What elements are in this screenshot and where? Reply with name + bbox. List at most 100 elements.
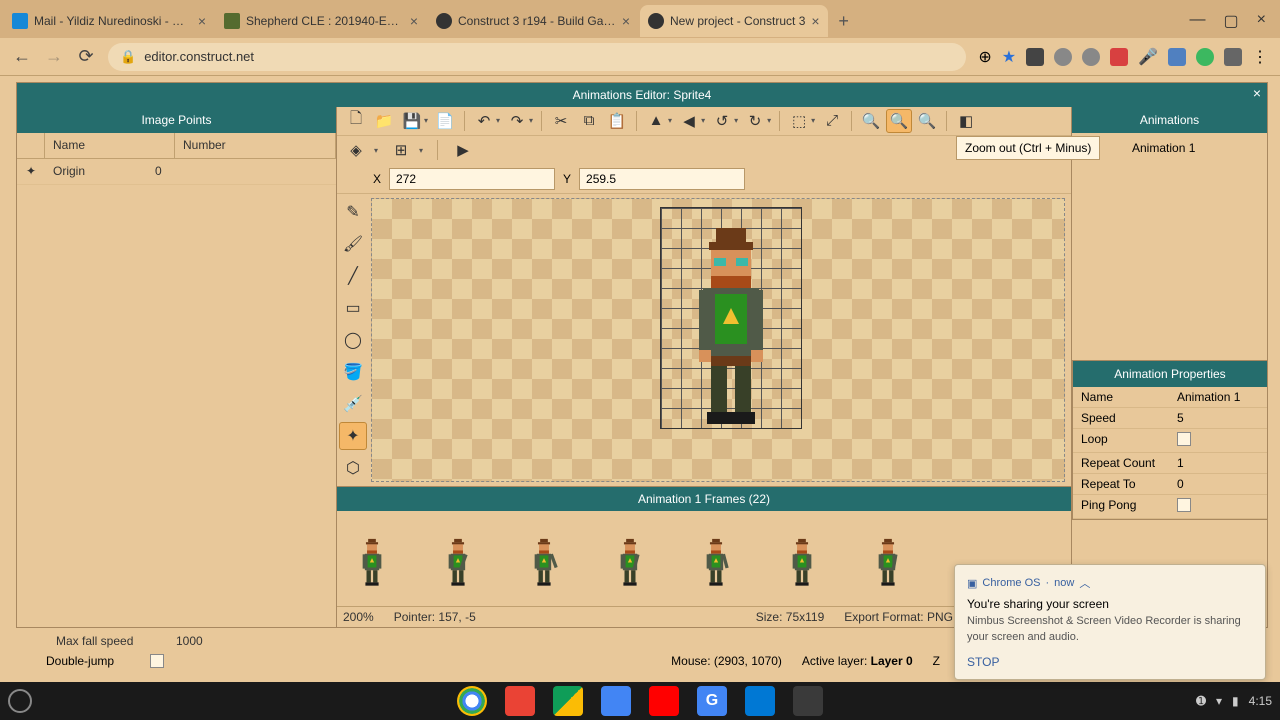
chevron-down-icon[interactable]: ▾ — [701, 116, 705, 125]
polygon-icon[interactable]: ⬡ — [339, 454, 367, 482]
resize-icon[interactable]: ⤢ — [819, 109, 845, 133]
rotate-cw-icon[interactable]: ↻ — [742, 109, 768, 133]
zoom-fit-icon[interactable]: 🔍 — [914, 109, 940, 133]
close-icon[interactable]: × — [1253, 85, 1261, 101]
url-input[interactable]: 🔒 editor.construct.net — [108, 43, 966, 71]
browser-tab[interactable]: Construct 3 r194 - Build Games× — [428, 5, 638, 37]
property-row[interactable]: Repeat To0 — [1073, 474, 1267, 495]
chromeos-notification[interactable]: ▣Chrome OS · now ︿ You're sharing your s… — [954, 564, 1266, 680]
property-row[interactable]: Speed5 — [1073, 408, 1267, 429]
target-icon[interactable]: ⊕ — [978, 47, 991, 67]
youtube-app-icon[interactable] — [649, 686, 679, 716]
stop-button[interactable]: STOP — [967, 655, 1253, 669]
close-icon[interactable]: × — [198, 13, 206, 29]
property-row[interactable]: NameAnimation 1 — [1073, 387, 1267, 408]
status-zoom: 200% — [343, 610, 374, 624]
zoom-in-icon[interactable]: 🔍 — [858, 109, 884, 133]
reload-button[interactable]: ⟳ — [76, 47, 96, 67]
chevron-down-icon[interactable]: ▾ — [767, 116, 771, 125]
checkbox[interactable] — [150, 654, 164, 668]
clipboard-icon[interactable]: 📋 — [604, 109, 630, 133]
chevron-down-icon[interactable]: ▾ — [811, 116, 815, 125]
maximize-icon[interactable]: ▢ — [1224, 11, 1239, 31]
mirror-h-icon[interactable]: ▲ — [643, 109, 669, 133]
pencil-icon[interactable]: ✎ — [339, 198, 367, 226]
close-icon[interactable]: × — [410, 13, 418, 29]
chevron-down-icon[interactable]: ▾ — [529, 116, 533, 125]
ellipse-icon[interactable]: ◯ — [339, 326, 367, 354]
x-input[interactable] — [389, 168, 555, 190]
table-row[interactable]: ✦ Origin 0 — [17, 159, 336, 185]
notif-body: Nimbus Screenshot & Screen Video Recorde… — [967, 614, 1253, 645]
close-icon[interactable]: × — [1257, 11, 1266, 31]
new-icon[interactable]: 🗋 — [343, 109, 369, 133]
animation-item[interactable]: Animation 1 — [1124, 137, 1263, 159]
browser-tab[interactable]: Shepherd CLE : 201940-ENGL-1× — [216, 5, 426, 37]
mic-icon[interactable]: 🎤 — [1138, 47, 1158, 67]
chevron-down-icon[interactable]: ▾ — [734, 116, 738, 125]
fill-icon[interactable]: 🪣 — [339, 358, 367, 386]
property-row[interactable]: Repeat Count1 — [1073, 453, 1267, 474]
chevron-down-icon[interactable]: ▾ — [419, 146, 423, 155]
chevron-down-icon[interactable]: ▾ — [374, 146, 378, 155]
google-app-icon[interactable]: G — [697, 686, 727, 716]
nimbus-icon[interactable] — [1110, 48, 1128, 66]
extension-icon[interactable] — [1082, 48, 1100, 66]
eyedropper-icon[interactable]: 💉 — [339, 390, 367, 418]
extension-icon[interactable] — [1054, 48, 1072, 66]
drive-app-icon[interactable] — [553, 686, 583, 716]
layers-icon[interactable]: ◈ — [343, 138, 369, 162]
chrome-app-icon[interactable] — [457, 686, 487, 716]
origin-tool-icon[interactable]: ✦ — [339, 422, 367, 450]
browser-tab[interactable]: Mail - Yildiz Nuredinoski - Outloo× — [4, 5, 214, 37]
onedrive-app-icon[interactable] — [745, 686, 775, 716]
zoom-out-icon[interactable]: 🔍 — [886, 109, 912, 133]
chevron-up-icon[interactable]: ︿ — [1079, 575, 1090, 591]
redo-icon[interactable]: ↷ — [504, 109, 530, 133]
panel-header: Image Points — [17, 107, 336, 133]
docs-app-icon[interactable] — [601, 686, 631, 716]
y-input[interactable] — [579, 168, 745, 190]
back-button[interactable]: ← — [12, 47, 32, 67]
status-pointer: Pointer: 157, -5 — [394, 610, 476, 624]
chevron-down-icon[interactable]: ▾ — [424, 116, 428, 125]
copy-icon[interactable]: ⧉ — [576, 109, 602, 133]
rect-icon[interactable]: ▭ — [339, 294, 367, 322]
launcher-icon[interactable] — [8, 689, 32, 713]
minimize-icon[interactable]: — — [1190, 11, 1206, 31]
open-icon[interactable]: 📁 — [371, 109, 397, 133]
crop-icon[interactable]: ⬚ — [786, 109, 812, 133]
grid-icon[interactable]: ⊞ — [388, 138, 414, 162]
extension-icon[interactable] — [1026, 48, 1044, 66]
close-icon[interactable]: × — [811, 13, 819, 29]
menu-icon[interactable]: ⋮ — [1252, 47, 1268, 67]
grammarly-icon[interactable] — [1196, 48, 1214, 66]
star-icon[interactable]: ★ — [1002, 47, 1016, 67]
sprite-canvas[interactable] — [371, 198, 1065, 482]
close-icon[interactable]: × — [622, 13, 630, 29]
toggle-bg-icon[interactable]: ◧ — [953, 109, 979, 133]
save-icon[interactable]: 💾 — [399, 109, 425, 133]
brush-icon[interactable]: 🖌 — [339, 230, 367, 258]
system-tray[interactable]: ➊ ▾ ▮ 4:15 — [1196, 694, 1272, 708]
line-icon[interactable]: ╱ — [339, 262, 367, 290]
app-icon[interactable] — [793, 686, 823, 716]
gmail-app-icon[interactable] — [505, 686, 535, 716]
paste-icon[interactable]: 📄 — [432, 109, 458, 133]
forward-button[interactable]: → — [44, 47, 64, 67]
row-name: Origin — [45, 159, 147, 184]
rotate-ccw-icon[interactable]: ↺ — [709, 109, 735, 133]
chevron-down-icon[interactable]: ▾ — [668, 116, 672, 125]
undo-icon[interactable]: ↶ — [471, 109, 497, 133]
cast-icon[interactable] — [1224, 48, 1242, 66]
property-row[interactable]: Ping Pong — [1073, 495, 1267, 519]
play-icon[interactable]: ▶ — [450, 138, 476, 162]
mirror-v-icon[interactable]: ◀ — [676, 109, 702, 133]
cut-icon[interactable]: ✂ — [548, 109, 574, 133]
notification-count-icon[interactable]: ➊ — [1196, 694, 1206, 708]
property-row[interactable]: Loop — [1073, 429, 1267, 453]
browser-tab-active[interactable]: New project - Construct 3× — [640, 5, 828, 37]
new-tab-button[interactable]: + — [830, 7, 858, 35]
extension-icon[interactable] — [1168, 48, 1186, 66]
chevron-down-icon[interactable]: ▾ — [496, 116, 500, 125]
